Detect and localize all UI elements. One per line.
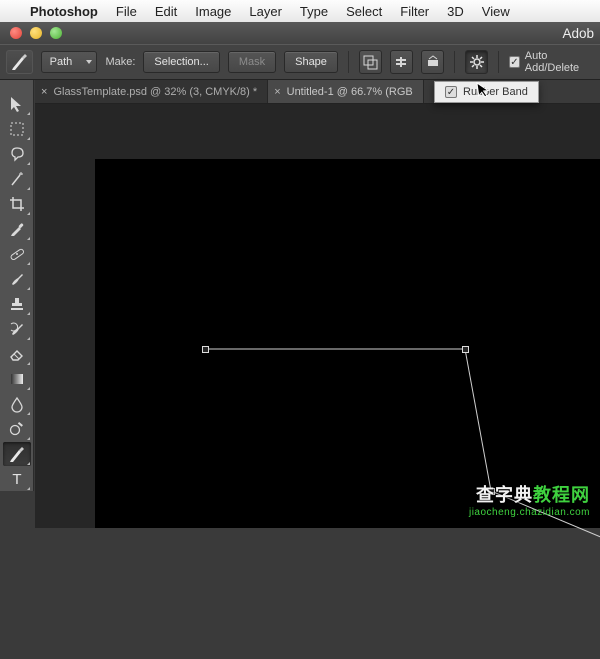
menu-type[interactable]: Type [300, 4, 328, 19]
dodge-tool[interactable] [3, 417, 31, 441]
close-window-button[interactable] [10, 27, 22, 39]
path-ops-button[interactable] [359, 50, 382, 74]
brush-tool-icon [8, 270, 26, 288]
selection-button[interactable]: Selection... [143, 51, 219, 73]
eyedropper-tool-icon [8, 220, 26, 238]
stamp-tool-icon [8, 295, 26, 313]
lasso-tool-icon [8, 145, 26, 163]
stamp-tool[interactable] [3, 292, 31, 316]
menu-layer[interactable]: Layer [249, 4, 282, 19]
svg-text:T: T [12, 471, 21, 488]
type-tool[interactable]: T [3, 467, 31, 491]
align-button[interactable] [390, 50, 413, 74]
crop-tool[interactable] [3, 192, 31, 216]
wand-tool-icon [8, 170, 26, 188]
gear-icon [469, 54, 485, 70]
arrange-button[interactable] [421, 50, 444, 74]
menu-3d[interactable]: 3D [447, 4, 464, 19]
wand-tool[interactable] [3, 167, 31, 191]
menu-select[interactable]: Select [346, 4, 382, 19]
settings-gear-button[interactable] [465, 50, 488, 74]
app-title: Adob [562, 26, 594, 41]
shape-button[interactable]: Shape [284, 51, 338, 73]
marquee-tool[interactable] [3, 117, 31, 141]
make-label: Make: [105, 56, 135, 68]
move-tool[interactable] [3, 92, 31, 116]
anchor-point[interactable] [202, 346, 209, 353]
checkbox-icon: ✓ [509, 56, 520, 68]
app-menu[interactable]: Photoshop [30, 4, 98, 19]
crop-tool-icon [8, 195, 26, 213]
history-brush-tool[interactable] [3, 317, 31, 341]
mac-menubar: Photoshop File Edit Image Layer Type Sel… [0, 0, 600, 22]
pen-tool-icon [8, 445, 26, 463]
tab-untitled[interactable]: × Untitled-1 @ 66.7% (RGB [268, 80, 424, 103]
marquee-tool-icon [8, 120, 26, 138]
tool-mode-dropdown[interactable]: Path [41, 51, 98, 73]
separator [498, 51, 499, 73]
blur-tool-icon [8, 395, 26, 413]
workspace [35, 104, 600, 528]
path-ops-icon [362, 54, 378, 70]
align-icon [393, 54, 409, 70]
separator [454, 51, 455, 73]
eraser-tool-icon [8, 345, 26, 363]
dodge-tool-icon [8, 420, 26, 438]
lasso-tool[interactable] [3, 142, 31, 166]
close-icon[interactable]: × [41, 86, 47, 98]
separator [348, 51, 349, 73]
pen-tool[interactable] [3, 442, 31, 466]
rubber-band-label: Rubber Band [463, 86, 528, 98]
options-bar: Path Make: Selection... Mask Shape ✓ Aut… [0, 44, 600, 80]
auto-add-delete-option[interactable]: ✓ Auto Add/Delete [509, 50, 594, 74]
blur-tool[interactable] [3, 392, 31, 416]
tab-glass-template[interactable]: × GlassTemplate.psd @ 32% (3, CMYK/8) * [35, 80, 268, 103]
type-tool-icon: T [8, 470, 26, 488]
move-tool-icon [8, 95, 26, 113]
watermark: 查字典教程网 jiaocheng.chazidian.com [469, 481, 590, 518]
heal-tool-icon [8, 245, 26, 263]
minimize-window-button[interactable] [30, 27, 42, 39]
mask-button[interactable]: Mask [228, 51, 276, 73]
app-titlebar: Adob [72, 22, 600, 44]
pen-icon [10, 53, 28, 71]
toolbox: T [0, 80, 34, 491]
history-brush-tool-icon [8, 320, 26, 338]
active-tool-indicator[interactable] [6, 50, 33, 74]
menu-image[interactable]: Image [195, 4, 231, 19]
eyedropper-tool[interactable] [3, 217, 31, 241]
checkbox-icon[interactable]: ✓ [445, 86, 457, 98]
close-icon[interactable]: × [274, 86, 280, 98]
brush-tool[interactable] [3, 267, 31, 291]
zoom-window-button[interactable] [50, 27, 62, 39]
menu-view[interactable]: View [482, 4, 510, 19]
cursor-pointer-icon [476, 80, 492, 100]
menu-edit[interactable]: Edit [155, 4, 177, 19]
gradient-tool[interactable] [3, 367, 31, 391]
canvas[interactable] [95, 159, 600, 528]
eraser-tool[interactable] [3, 342, 31, 366]
anchor-point[interactable] [462, 346, 469, 353]
menu-filter[interactable]: Filter [400, 4, 429, 19]
arrange-icon [425, 54, 441, 70]
window-controls [0, 22, 72, 44]
heal-tool[interactable] [3, 242, 31, 266]
menu-file[interactable]: File [116, 4, 137, 19]
gradient-tool-icon [8, 370, 26, 388]
